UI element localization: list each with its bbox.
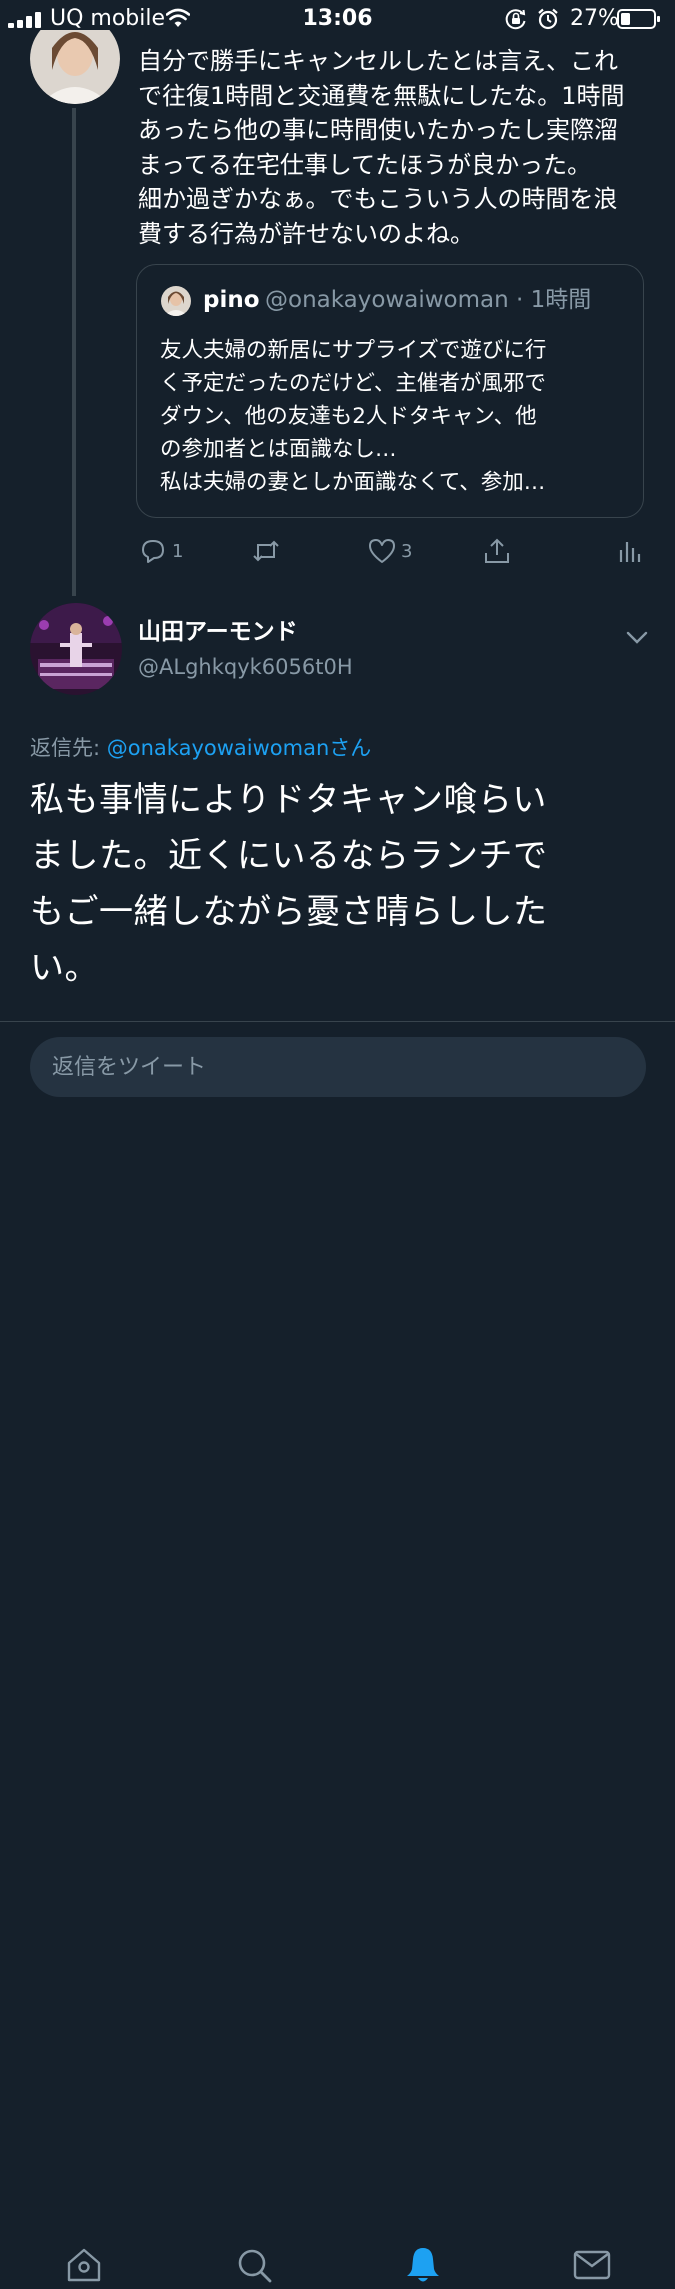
tweet-text: 私も事情によりドタキャン喰らい ました。近くにいるならランチで もご一緒しながら… [30,780,548,988]
battery-percent: 27% [570,6,619,31]
thread-connector-line [72,108,76,596]
bottom-tab-bar [0,1110,675,2283]
quoted-tweet-avatar [161,286,191,316]
messages-icon [573,2250,611,2280]
share-button[interactable] [482,534,512,568]
author-handle: @ALghkqyk6056t0H [138,655,353,679]
reply-to-prefix: 返信先: [30,736,107,760]
divider [0,1021,675,1022]
tab-messages[interactable] [572,2245,612,2285]
reply-to-mention[interactable]: @onakayowaiwomanさん [107,736,372,760]
like-button[interactable]: 3 [367,534,412,568]
author-name: 山田アーモンド [138,619,298,645]
quoted-tweet-handle-time: @onakayowaiwoman · 1時間 [265,287,592,313]
reply-input[interactable] [30,1037,646,1097]
home-icon [67,2248,101,2282]
reply-icon [142,540,164,563]
share-icon [485,538,509,563]
tab-search[interactable] [234,2245,274,2285]
tab-home[interactable] [64,2245,104,2285]
avatar[interactable] [30,603,122,695]
reply-count: 1 [172,540,184,562]
heart-icon [369,539,395,563]
quoted-tweet-name: pino [203,287,260,313]
tweet-text: 自分で勝手にキャンセルしたとは言え、これ で往復1時間と交通費を無駄にしたな。1… [138,47,625,248]
alarm-icon [538,8,558,30]
battery-icon [617,9,660,29]
like-count: 3 [401,540,413,562]
quoted-tweet-text: 友人夫婦の新居にサプライズで遊びに行 く予定だったのだけど、主催者が風邪で ダウ… [160,338,547,495]
avatar[interactable] [30,30,120,104]
reply-button[interactable]: 1 [138,534,183,568]
reply-to-line: 返信先: @onakayowaiwomanさん [30,733,371,763]
analytics-icon [619,542,641,562]
rotation-lock-icon [505,9,526,30]
tab-notifications[interactable] [403,2245,443,2285]
retweet-button[interactable] [251,534,285,568]
retweet-icon [253,540,279,562]
search-icon [238,2249,272,2283]
notifications-icon [407,2248,439,2282]
analytics-button[interactable] [615,534,645,568]
chevron-down-icon[interactable] [624,624,650,650]
